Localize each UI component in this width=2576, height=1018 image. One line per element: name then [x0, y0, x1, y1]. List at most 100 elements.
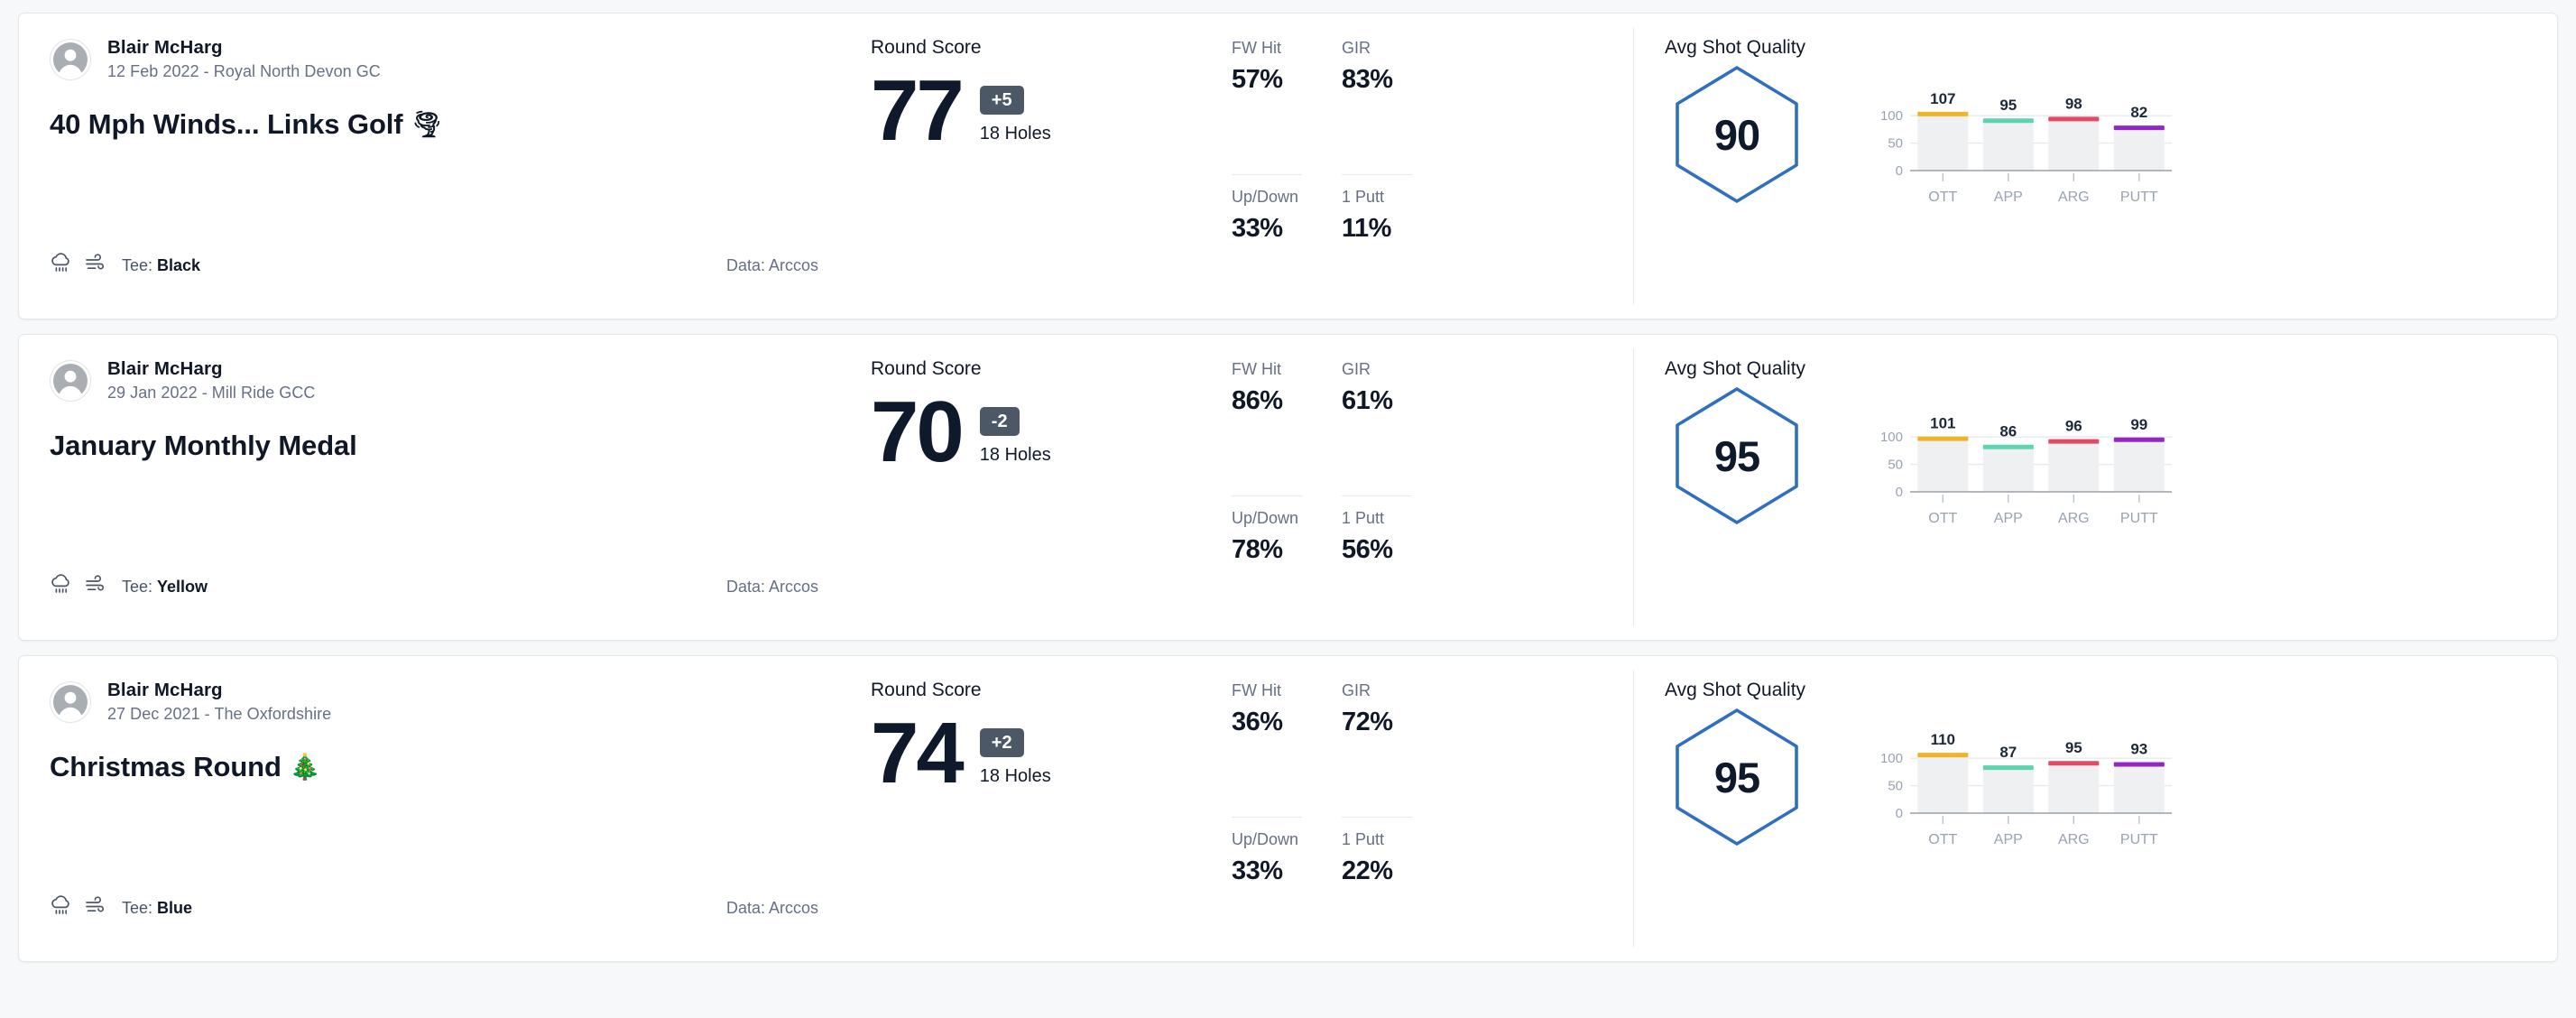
stat-up-down-label: Up/Down: [1232, 187, 1299, 206]
stat-gir: GIR 83%: [1342, 39, 1412, 175]
stat-up-down: Up/Down 33%: [1232, 818, 1302, 962]
rain-cloud-icon: [50, 253, 73, 279]
stat-one-putt-label: 1 Putt: [1342, 187, 1385, 206]
user-row[interactable]: Blair McHarg 27 Dec 2021 - The Oxfordshir…: [50, 680, 818, 724]
round-date-course: 12 Feb 2022 - Royal North Devon GC: [107, 62, 381, 80]
avatar[interactable]: [50, 38, 91, 80]
shot-quality-hexagon: 95: [1665, 705, 1809, 849]
tee-label: Tee: Black: [122, 256, 200, 275]
svg-text:0: 0: [1896, 485, 1903, 500]
round-summary: Blair McHarg 12 Feb 2022 - Royal North De…: [19, 14, 849, 319]
round-footer: Tee: Blue Data: Arccos: [50, 895, 818, 921]
stat-one-putt-value: 56%: [1342, 534, 1393, 564]
svg-text:0: 0: [1896, 163, 1903, 179]
score-to-par-badge: +5: [979, 86, 1024, 115]
user-row[interactable]: Blair McHarg 29 Jan 2022 - Mill Ride GCC: [50, 358, 818, 403]
svg-text:ARG: ARG: [2058, 832, 2090, 847]
svg-text:93: 93: [2130, 741, 2147, 758]
tee-prefix: Tee:: [122, 578, 158, 596]
svg-text:82: 82: [2130, 104, 2147, 121]
round-title-emoji: 🌪: [411, 110, 444, 138]
svg-text:OTT: OTT: [1928, 832, 1957, 847]
tee-color-value: Blue: [157, 899, 193, 917]
shot-quality-hexagon: 95: [1665, 384, 1809, 528]
stat-gir-value: 83%: [1342, 65, 1393, 94]
round-score-label: Round Score: [871, 37, 982, 58]
round-score-block: Round Score 70 -2 18 Holes: [871, 358, 1232, 640]
stat-gir-label: GIR: [1342, 39, 1371, 57]
score-section: Round Score 74 +2 18 Holes FW Hit 36% GIR 72% Up…: [849, 656, 1634, 961]
stat-one-putt-value: 11%: [1342, 213, 1391, 243]
round-date-course: 27 Dec 2021 - The Oxfordshire: [107, 705, 332, 723]
user-meta: Blair McHarg 27 Dec 2021 - The Oxfordshir…: [107, 680, 331, 724]
round-card[interactable]: Blair McHarg 29 Jan 2022 - Mill Ride GCC J…: [18, 334, 2558, 641]
avg-shot-quality-body: 95 100 50 0 101 OTT 86 APP 96 ARG 99 PUTT: [1665, 384, 2521, 532]
svg-text:ARG: ARG: [2058, 511, 2090, 526]
shot-quality-value: 90: [1713, 110, 1760, 159]
round-title-text: 40 Mph Winds... Links Golf: [50, 108, 403, 140]
avg-shot-quality-label: Avg Shot Quality: [1665, 358, 1806, 379]
round-date-course: 29 Jan 2022 - Mill Ride GCC: [107, 384, 316, 402]
shot-quality-bar-chart[interactable]: 100 50 0 110 OTT 87 APP 95 ARG 93 PUTT: [1872, 717, 2179, 853]
shot-quality-bar-chart[interactable]: 100 50 0 101 OTT 86 APP 96 ARG 99 PUTT: [1872, 396, 2179, 532]
round-score-side: +5 18 Holes: [979, 71, 1051, 144]
svg-text:50: 50: [1888, 779, 1903, 794]
svg-text:APP: APP: [1994, 190, 2023, 205]
round-score-side: +2 18 Holes: [979, 714, 1051, 787]
round-card[interactable]: Blair McHarg 27 Dec 2021 - The Oxfordshir…: [18, 655, 2558, 962]
round-score-row: 74 +2 18 Holes: [871, 709, 1232, 796]
stat-one-putt-value: 22%: [1342, 856, 1393, 885]
user-row[interactable]: Blair McHarg 12 Feb 2022 - Royal North De…: [50, 37, 818, 81]
round-card[interactable]: Blair McHarg 12 Feb 2022 - Royal North De…: [18, 13, 2558, 319]
round-score-value: 70: [871, 384, 965, 480]
holes-played: 18 Holes: [979, 766, 1051, 786]
stat-one-putt: 1 Putt 56%: [1342, 496, 1412, 641]
round-footer: Tee: Yellow Data: Arccos: [50, 574, 818, 600]
stat-fw-hit: FW Hit 57%: [1232, 39, 1302, 175]
shot-quality-value: 95: [1713, 431, 1760, 480]
stat-up-down-value: 78%: [1232, 534, 1283, 564]
holes-played: 18 Holes: [979, 445, 1051, 465]
stat-one-putt: 1 Putt 11%: [1342, 175, 1412, 319]
stat-gir-label: GIR: [1342, 360, 1371, 378]
rounds-feed: Blair McHarg 12 Feb 2022 - Royal North De…: [0, 0, 2576, 1018]
stats-grid: FW Hit 36% GIR 72% Up/Down 33% 1 Putt 22%: [1232, 680, 1412, 961]
avatar[interactable]: [50, 680, 91, 723]
stat-fw-hit-label: FW Hit: [1232, 360, 1281, 378]
svg-text:110: 110: [1931, 731, 1955, 748]
svg-text:100: 100: [1880, 751, 1903, 766]
avatar[interactable]: [50, 359, 91, 402]
avg-shot-quality-section: Avg Shot Quality 95 100 50 0 101 OTT 86 APP 96 ARG…: [1634, 335, 2557, 640]
svg-text:50: 50: [1888, 458, 1903, 473]
svg-text:PUTT: PUTT: [2120, 190, 2158, 205]
round-title-emoji: 🎄: [289, 753, 321, 781]
round-title-text: January Monthly Medal: [50, 430, 357, 461]
svg-text:99: 99: [2130, 416, 2147, 433]
stat-gir: GIR 61%: [1342, 360, 1412, 496]
stat-up-down-value: 33%: [1232, 856, 1283, 885]
stat-fw-hit: FW Hit 36%: [1232, 681, 1302, 818]
shot-quality-bar-chart[interactable]: 100 50 0 107 OTT 95 APP 98 ARG 82 PUTT: [1872, 75, 2179, 210]
tee-label: Tee: Blue: [122, 899, 192, 918]
round-title: 40 Mph Winds... Links Golf 🌪: [50, 108, 818, 141]
data-source: Data: Arccos: [725, 899, 818, 917]
round-score-label: Round Score: [871, 358, 982, 379]
user-meta: Blair McHarg 29 Jan 2022 - Mill Ride GCC: [107, 358, 315, 403]
round-score-value: 77: [871, 62, 965, 159]
stats-grid: FW Hit 57% GIR 83% Up/Down 33% 1 Putt 11%: [1232, 37, 1412, 319]
stat-up-down-label: Up/Down: [1232, 508, 1299, 527]
round-score-row: 70 -2 18 Holes: [871, 384, 1232, 480]
round-score-block: Round Score 74 +2 18 Holes: [871, 680, 1232, 961]
svg-text:APP: APP: [1994, 511, 2023, 526]
svg-text:100: 100: [1880, 108, 1903, 124]
stat-fw-hit-value: 36%: [1232, 708, 1283, 736]
svg-text:107: 107: [1930, 90, 1955, 107]
avg-shot-quality-body: 90 100 50 0 107 OTT 95 APP 98 ARG 82 PUTT: [1665, 62, 2521, 210]
svg-text:PUTT: PUTT: [2120, 511, 2158, 526]
round-title-text: Christmas Round: [50, 751, 282, 782]
svg-text:ARG: ARG: [2058, 190, 2090, 205]
round-title: Christmas Round 🎄: [50, 751, 818, 783]
round-footer: Tee: Black Data: Arccos: [50, 253, 818, 279]
avg-shot-quality-section: Avg Shot Quality 95 100 50 0 110 OTT 87 APP 95 ARG…: [1634, 656, 2557, 961]
conditions: Tee: Yellow: [50, 574, 208, 600]
